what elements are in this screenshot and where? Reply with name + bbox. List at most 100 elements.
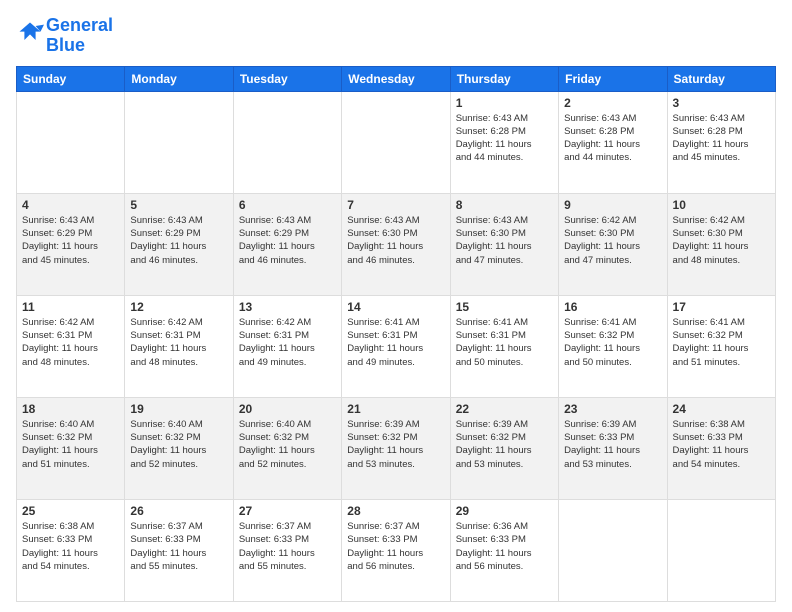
day-info: Sunrise: 6:43 AM Sunset: 6:30 PM Dayligh…	[347, 214, 444, 267]
calendar-cell: 8 Sunrise: 6:43 AM Sunset: 6:30 PM Daylig…	[450, 193, 558, 295]
weekday-header-friday: Friday	[559, 66, 667, 91]
day-info: Sunrise: 6:41 AM Sunset: 6:31 PM Dayligh…	[456, 316, 553, 369]
day-info: Sunrise: 6:43 AM Sunset: 6:30 PM Dayligh…	[456, 214, 553, 267]
weekday-header-tuesday: Tuesday	[233, 66, 341, 91]
calendar-cell: 19Sunrise: 6:40 AM Sunset: 6:32 PM Dayli…	[125, 397, 233, 499]
day-number: 2	[564, 96, 661, 110]
calendar-week-row: 11 Sunrise: 6:42 AM Sunset: 6:31 PM Dayli…	[17, 295, 776, 397]
day-info: Sunrise: 6:40 AM Sunset: 6:32 PM Dayligh…	[22, 418, 119, 471]
day-number: 29	[456, 504, 553, 518]
calendar-cell: 25 Sunrise: 6:38 AM Sunset: 6:33 PM Dayli…	[17, 499, 125, 601]
day-info: Sunrise: 6:41 AM Sunset: 6:32 PM Dayligh…	[564, 316, 661, 369]
day-number: 21	[347, 402, 444, 416]
day-number: 23	[564, 402, 661, 416]
day-number: 9	[564, 198, 661, 212]
day-number: 16	[564, 300, 661, 314]
calendar-cell: 15 Sunrise: 6:41 AM Sunset: 6:31 PM Dayli…	[450, 295, 558, 397]
day-info: Sunrise: 6:43 AM Sunset: 6:29 PM Dayligh…	[130, 214, 227, 267]
day-number: 15	[456, 300, 553, 314]
logo-bird-icon	[16, 19, 44, 47]
calendar-cell: 14 Sunrise: 6:41 AM Sunset: 6:31 PM Dayli…	[342, 295, 450, 397]
calendar-cell	[667, 499, 775, 601]
logo-text: GeneralBlue	[46, 16, 113, 56]
calendar-cell: 28 Sunrise: 6:37 AM Sunset: 6:33 PM Dayli…	[342, 499, 450, 601]
calendar-cell	[125, 91, 233, 193]
day-info: Sunrise: 6:36 AM Sunset: 6:33 PM Dayligh…	[456, 520, 553, 573]
day-number: 12	[130, 300, 227, 314]
day-number: 10	[673, 198, 770, 212]
calendar-cell: 26Sunrise: 6:37 AM Sunset: 6:33 PM Dayli…	[125, 499, 233, 601]
weekday-header-sunday: Sunday	[17, 66, 125, 91]
calendar-cell: 7 Sunrise: 6:43 AM Sunset: 6:30 PM Daylig…	[342, 193, 450, 295]
calendar-header-row: SundayMondayTuesdayWednesdayThursdayFrid…	[17, 66, 776, 91]
calendar-cell: 13Sunrise: 6:42 AM Sunset: 6:31 PM Dayli…	[233, 295, 341, 397]
page: GeneralBlue SundayMondayTuesdayWednesday…	[0, 0, 792, 612]
calendar-cell	[233, 91, 341, 193]
calendar-cell: 4 Sunrise: 6:43 AM Sunset: 6:29 PM Daylig…	[17, 193, 125, 295]
calendar-week-row: 25 Sunrise: 6:38 AM Sunset: 6:33 PM Dayli…	[17, 499, 776, 601]
calendar-cell: 24 Sunrise: 6:38 AM Sunset: 6:33 PM Dayli…	[667, 397, 775, 499]
day-number: 18	[22, 402, 119, 416]
calendar-cell: 3 Sunrise: 6:43 AM Sunset: 6:28 PM Daylig…	[667, 91, 775, 193]
day-info: Sunrise: 6:43 AM Sunset: 6:28 PM Dayligh…	[673, 112, 770, 165]
day-number: 22	[456, 402, 553, 416]
day-number: 20	[239, 402, 336, 416]
day-info: Sunrise: 6:43 AM Sunset: 6:28 PM Dayligh…	[564, 112, 661, 165]
calendar-cell: 11 Sunrise: 6:42 AM Sunset: 6:31 PM Dayli…	[17, 295, 125, 397]
calendar-cell	[342, 91, 450, 193]
day-info: Sunrise: 6:37 AM Sunset: 6:33 PM Dayligh…	[130, 520, 227, 573]
calendar-cell	[17, 91, 125, 193]
day-info: Sunrise: 6:43 AM Sunset: 6:29 PM Dayligh…	[239, 214, 336, 267]
day-number: 3	[673, 96, 770, 110]
calendar-week-row: 4 Sunrise: 6:43 AM Sunset: 6:29 PM Daylig…	[17, 193, 776, 295]
day-number: 5	[130, 198, 227, 212]
calendar-table: SundayMondayTuesdayWednesdayThursdayFrid…	[16, 66, 776, 602]
day-info: Sunrise: 6:41 AM Sunset: 6:31 PM Dayligh…	[347, 316, 444, 369]
day-info: Sunrise: 6:41 AM Sunset: 6:32 PM Dayligh…	[673, 316, 770, 369]
calendar-cell: 29 Sunrise: 6:36 AM Sunset: 6:33 PM Dayli…	[450, 499, 558, 601]
day-number: 17	[673, 300, 770, 314]
calendar-cell: 22 Sunrise: 6:39 AM Sunset: 6:32 PM Dayli…	[450, 397, 558, 499]
calendar-cell: 9 Sunrise: 6:42 AM Sunset: 6:30 PM Daylig…	[559, 193, 667, 295]
day-info: Sunrise: 6:39 AM Sunset: 6:32 PM Dayligh…	[456, 418, 553, 471]
calendar-cell: 27 Sunrise: 6:37 AM Sunset: 6:33 PM Dayli…	[233, 499, 341, 601]
day-info: Sunrise: 6:42 AM Sunset: 6:30 PM Dayligh…	[564, 214, 661, 267]
calendar-cell: 18 Sunrise: 6:40 AM Sunset: 6:32 PM Dayli…	[17, 397, 125, 499]
day-number: 24	[673, 402, 770, 416]
day-info: Sunrise: 6:37 AM Sunset: 6:33 PM Dayligh…	[347, 520, 444, 573]
day-number: 11	[22, 300, 119, 314]
calendar-cell: 23 Sunrise: 6:39 AM Sunset: 6:33 PM Dayli…	[559, 397, 667, 499]
weekday-header-thursday: Thursday	[450, 66, 558, 91]
day-info: Sunrise: 6:40 AM Sunset: 6:32 PM Dayligh…	[239, 418, 336, 471]
calendar-cell: 16 Sunrise: 6:41 AM Sunset: 6:32 PM Dayli…	[559, 295, 667, 397]
day-info: Sunrise: 6:38 AM Sunset: 6:33 PM Dayligh…	[22, 520, 119, 573]
header: GeneralBlue	[16, 16, 776, 56]
calendar-cell: 5 Sunrise: 6:43 AM Sunset: 6:29 PM Daylig…	[125, 193, 233, 295]
day-number: 7	[347, 198, 444, 212]
day-info: Sunrise: 6:42 AM Sunset: 6:31 PM Dayligh…	[130, 316, 227, 369]
day-info: Sunrise: 6:43 AM Sunset: 6:29 PM Dayligh…	[22, 214, 119, 267]
day-number: 6	[239, 198, 336, 212]
day-info: Sunrise: 6:37 AM Sunset: 6:33 PM Dayligh…	[239, 520, 336, 573]
calendar-week-row: 18 Sunrise: 6:40 AM Sunset: 6:32 PM Dayli…	[17, 397, 776, 499]
day-number: 4	[22, 198, 119, 212]
calendar-week-row: 1 Sunrise: 6:43 AM Sunset: 6:28 PM Daylig…	[17, 91, 776, 193]
weekday-header-monday: Monday	[125, 66, 233, 91]
day-number: 27	[239, 504, 336, 518]
day-info: Sunrise: 6:42 AM Sunset: 6:31 PM Dayligh…	[22, 316, 119, 369]
weekday-header-wednesday: Wednesday	[342, 66, 450, 91]
day-info: Sunrise: 6:43 AM Sunset: 6:28 PM Dayligh…	[456, 112, 553, 165]
calendar-cell: 20 Sunrise: 6:40 AM Sunset: 6:32 PM Dayli…	[233, 397, 341, 499]
day-info: Sunrise: 6:38 AM Sunset: 6:33 PM Dayligh…	[673, 418, 770, 471]
day-number: 14	[347, 300, 444, 314]
day-info: Sunrise: 6:39 AM Sunset: 6:32 PM Dayligh…	[347, 418, 444, 471]
day-number: 25	[22, 504, 119, 518]
calendar-cell: 6 Sunrise: 6:43 AM Sunset: 6:29 PM Daylig…	[233, 193, 341, 295]
day-info: Sunrise: 6:39 AM Sunset: 6:33 PM Dayligh…	[564, 418, 661, 471]
calendar-cell: 21 Sunrise: 6:39 AM Sunset: 6:32 PM Dayli…	[342, 397, 450, 499]
day-number: 8	[456, 198, 553, 212]
day-info: Sunrise: 6:40 AM Sunset: 6:32 PM Dayligh…	[130, 418, 227, 471]
day-number: 28	[347, 504, 444, 518]
day-number: 1	[456, 96, 553, 110]
calendar-cell: 1 Sunrise: 6:43 AM Sunset: 6:28 PM Daylig…	[450, 91, 558, 193]
